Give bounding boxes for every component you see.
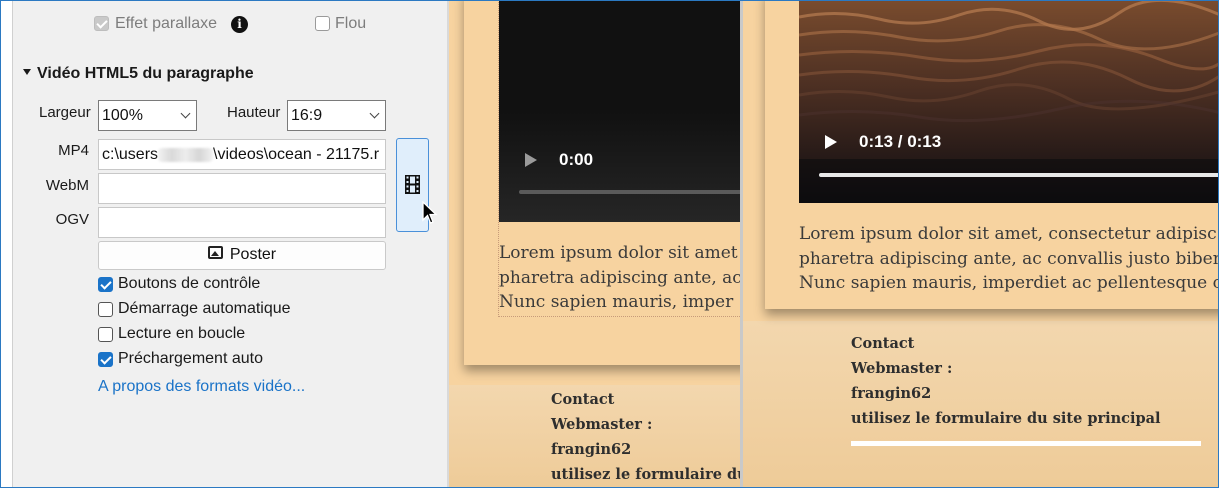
paragraph-line: pharetra adipiscing ante, ac convallis j… xyxy=(799,248,1219,269)
loop-checkbox[interactable] xyxy=(98,327,113,342)
loop-label: Lecture en boucle xyxy=(118,325,246,342)
controls-checkbox[interactable] xyxy=(98,277,113,292)
app-window: Effet parallaxe i Flou Vidéo HTML5 du pa… xyxy=(0,0,1219,488)
chevron-down-icon xyxy=(180,108,191,119)
mp4-path-field[interactable]: c:\users \videos\ocean - 21175.r xyxy=(98,139,386,170)
ogv-label: OGV xyxy=(55,211,89,228)
paragraph-line: Lorem ipsum dolor sit amet xyxy=(499,243,738,263)
video-time: 0:13 / 0:13 xyxy=(859,132,942,151)
redacted-username xyxy=(158,147,214,162)
largeur-select[interactable]: 100% xyxy=(98,100,197,131)
footer-username: frangin62 xyxy=(551,441,632,458)
footer-text: Contact Webmaster : frangin62 utilisez l… xyxy=(551,387,740,487)
parallax-checkbox[interactable] xyxy=(94,16,109,31)
autoplay-label: Démarrage automatique xyxy=(118,300,291,317)
paragraph-line: Nunc sapien mauris, imper xyxy=(499,292,734,312)
paragraph-text: Lorem ipsum dolor sit amet, consectetur … xyxy=(799,222,1219,296)
video-player[interactable]: 0:00 xyxy=(499,1,740,222)
mp4-path-suffix: \videos\ocean - 21175.r xyxy=(213,146,380,163)
flou-checkbox[interactable] xyxy=(315,16,330,31)
chevron-down-icon xyxy=(369,108,380,119)
paragraph-line: Lorem ipsum dolor sit amet, consectetur … xyxy=(799,224,1217,244)
poster-button[interactable]: Poster xyxy=(98,241,386,270)
hauteur-select[interactable]: 16:9 xyxy=(287,100,386,131)
film-strip-icon xyxy=(405,175,420,194)
footer-webmaster: Webmaster : xyxy=(551,416,653,433)
paragraph-text: Lorem ipsum dolor sit amet pharetra adip… xyxy=(499,241,740,315)
webm-path-field[interactable] xyxy=(98,173,386,204)
largeur-value: 100% xyxy=(102,107,143,124)
image-icon xyxy=(207,246,223,260)
footer-contact: Contact xyxy=(851,335,915,352)
mp4-path-prefix: c:\users xyxy=(102,146,159,163)
footer-contact: Contact xyxy=(551,391,615,408)
footer-text: Contact Webmaster : frangin62 utilisez l… xyxy=(851,331,1161,431)
video-progress-bar[interactable] xyxy=(819,173,1218,177)
footer-username: frangin62 xyxy=(851,385,932,402)
paragraph-line: pharetra adipiscing ante, ac xyxy=(499,267,740,288)
paragraph-line: Nunc sapien mauris, imperdiet ac pellent… xyxy=(799,273,1219,293)
ogv-path-field[interactable] xyxy=(98,207,386,238)
poster-label: Poster xyxy=(229,246,277,263)
info-icon[interactable]: i xyxy=(231,16,248,33)
footer-form-note: utilisez le formulaire du site principal xyxy=(851,410,1161,427)
mouse-pointer-icon xyxy=(422,201,438,224)
controls-label: Boutons de contrôle xyxy=(118,275,261,292)
largeur-label: Largeur xyxy=(39,104,91,121)
video-settings-panel: Effet parallaxe i Flou Vidéo HTML5 du pa… xyxy=(1,1,449,487)
hauteur-value: 16:9 xyxy=(291,107,323,124)
collapse-triangle-icon xyxy=(23,68,31,75)
panel-left-strip xyxy=(1,1,13,487)
footer-webmaster: Webmaster : xyxy=(851,360,953,377)
mp4-label: MP4 xyxy=(58,142,89,159)
play-icon[interactable] xyxy=(825,135,837,149)
parallax-label: Effet parallaxe xyxy=(115,15,217,32)
autoplay-checkbox[interactable] xyxy=(98,302,113,317)
section-header-video[interactable]: Vidéo HTML5 du paragraphe xyxy=(23,65,254,83)
preview-pane-editor: 0:00 Lorem ipsum dolor sit amet pharetra… xyxy=(449,1,740,487)
video-formats-link[interactable]: A propos des formats vidéo... xyxy=(98,378,305,396)
preload-checkbox[interactable] xyxy=(98,352,113,367)
section-title-text: Vidéo HTML5 du paragraphe xyxy=(37,65,254,82)
preload-label: Préchargement auto xyxy=(118,350,263,367)
webm-label: WebM xyxy=(45,177,89,194)
hauteur-label: Hauteur xyxy=(227,104,281,121)
flou-label: Flou xyxy=(335,15,367,32)
video-time: 0:00 xyxy=(559,150,594,169)
video-player[interactable]: 0:13 / 0:13 xyxy=(799,1,1218,203)
footer-divider xyxy=(851,441,1201,446)
preview-pane-browser: 0:13 / 0:13 Lorem ipsum dolor sit amet, … xyxy=(740,1,1219,487)
play-icon[interactable] xyxy=(525,153,537,167)
footer-form-note: utilisez le formulaire du xyxy=(551,466,740,483)
video-progress-bar[interactable] xyxy=(519,190,740,194)
